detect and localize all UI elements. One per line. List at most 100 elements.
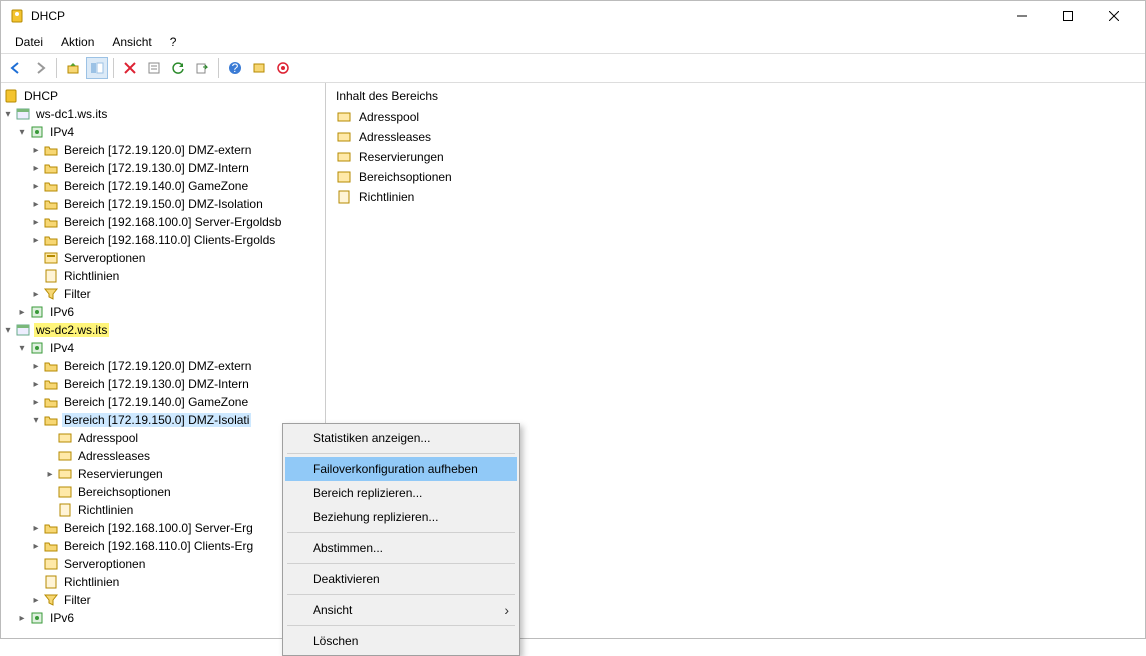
svg-text:?: ?: [232, 61, 239, 75]
chevron-down-icon[interactable]: ▾: [15, 127, 29, 138]
cm-replicate-relationship[interactable]: Beziehung replizieren...: [285, 505, 517, 529]
tree-s2-scope[interactable]: ▸Bereich [192.168.100.0] Server-Erg: [1, 519, 325, 537]
chevron-right-icon[interactable]: ▸: [29, 289, 43, 300]
chevron-right-icon[interactable]: ▸: [29, 541, 43, 552]
tree-s1-scope[interactable]: ▸Bereich [172.19.140.0] GameZone: [1, 177, 325, 195]
tree-s2-reservations[interactable]: ▸Reservierungen: [1, 465, 325, 483]
cm-deactivate[interactable]: Deaktivieren: [285, 567, 517, 591]
folder-icon: [43, 412, 59, 428]
dhcp-icon: [3, 88, 19, 104]
chevron-right-icon[interactable]: ▸: [29, 379, 43, 390]
chevron-right-icon[interactable]: ▸: [29, 361, 43, 372]
folder-icon: [43, 196, 59, 212]
tree-s1-scope[interactable]: ▸Bereich [172.19.150.0] DMZ-Isolation: [1, 195, 325, 213]
policies-icon: [57, 502, 73, 518]
tree-s2-serveroptions[interactable]: Serveroptionen: [1, 555, 325, 573]
tree-root-dhcp[interactable]: DHCP: [1, 87, 325, 105]
tree-s2-scopepolicies[interactable]: Richtlinien: [1, 501, 325, 519]
tree-s2-scope[interactable]: ▸Bereich [172.19.140.0] GameZone: [1, 393, 325, 411]
tree-s1-scope[interactable]: ▸Bereich [172.19.130.0] DMZ-Intern: [1, 159, 325, 177]
chevron-right-icon[interactable]: ▸: [29, 235, 43, 246]
chevron-down-icon[interactable]: ▾: [15, 343, 29, 354]
back-button[interactable]: [5, 57, 27, 79]
chevron-right-icon[interactable]: ▸: [29, 199, 43, 210]
show-hide-tree-button[interactable]: [86, 57, 108, 79]
maximize-button[interactable]: [1045, 1, 1091, 31]
refresh-button[interactable]: [167, 57, 189, 79]
tree-s1-serveroptions[interactable]: Serveroptionen: [1, 249, 325, 267]
menu-ansicht[interactable]: Ansicht: [104, 33, 159, 51]
cm-replicate-scope[interactable]: Bereich replizieren...: [285, 481, 517, 505]
help-button[interactable]: ?: [224, 57, 246, 79]
tree-s1-filter[interactable]: ▸Filter: [1, 285, 325, 303]
tree-s1-scope[interactable]: ▸Bereich [192.168.100.0] Server-Ergoldsb: [1, 213, 325, 231]
menu-aktion[interactable]: Aktion: [53, 33, 102, 51]
close-button[interactable]: [1091, 1, 1137, 31]
tree-s1-ipv6[interactable]: ▸IPv6: [1, 303, 325, 321]
options-icon: [43, 250, 59, 266]
chevron-down-icon[interactable]: ▾: [1, 109, 15, 120]
forward-button[interactable]: [29, 57, 51, 79]
chevron-right-icon[interactable]: ▸: [29, 217, 43, 228]
list-item[interactable]: Adressleases: [336, 127, 1135, 147]
tree-s1-scope[interactable]: ▸Bereich [172.19.120.0] DMZ-extern: [1, 141, 325, 159]
list-item[interactable]: Adresspool: [336, 107, 1135, 127]
tree-pane[interactable]: DHCP ▾ ws-dc1.ws.its ▾ IPv4 ▸Bereich [17…: [1, 83, 326, 638]
list-item[interactable]: Richtlinien: [336, 187, 1135, 207]
context-menu[interactable]: Statistiken anzeigen... Failoverkonfigur…: [282, 423, 520, 656]
up-button[interactable]: [62, 57, 84, 79]
list-item[interactable]: Reservierungen: [336, 147, 1135, 167]
properties-button[interactable]: [143, 57, 165, 79]
tree-s1-ipv4[interactable]: ▾ IPv4: [1, 123, 325, 141]
cm-deconfigure-failover[interactable]: Failoverkonfiguration aufheben: [285, 457, 517, 481]
tree-s2-ipv4[interactable]: ▾IPv4: [1, 339, 325, 357]
tree-s2-leases[interactable]: Adressleases: [1, 447, 325, 465]
policies-icon: [336, 189, 352, 205]
toolbar: ?: [1, 53, 1145, 83]
tree-s2-policies[interactable]: Richtlinien: [1, 573, 325, 591]
chevron-right-icon[interactable]: ▸: [29, 595, 43, 606]
tree-s2-filter[interactable]: ▸Filter: [1, 591, 325, 609]
chevron-right-icon[interactable]: ▸: [29, 163, 43, 174]
tree-s2-scope[interactable]: ▸Bereich [172.19.120.0] DMZ-extern: [1, 357, 325, 375]
tree-s1-scope[interactable]: ▸Bereich [192.168.110.0] Clients-Ergolds: [1, 231, 325, 249]
tree-s2-scope[interactable]: ▸Bereich [172.19.130.0] DMZ-Intern: [1, 375, 325, 393]
chevron-right-icon[interactable]: ▸: [29, 523, 43, 534]
ipv6-icon: [29, 304, 45, 320]
tree-s2-scope-selected[interactable]: ▾Bereich [172.19.150.0] DMZ-Isolati: [1, 411, 325, 429]
cm-delete[interactable]: Löschen: [285, 629, 517, 653]
menu-help[interactable]: ?: [162, 33, 185, 51]
chevron-right-icon[interactable]: ▸: [29, 181, 43, 192]
cm-view[interactable]: Ansicht: [285, 598, 517, 622]
folder-icon: [43, 376, 59, 392]
chevron-down-icon[interactable]: ▾: [29, 415, 43, 426]
chevron-right-icon[interactable]: ▸: [29, 397, 43, 408]
list-item[interactable]: Bereichsoptionen: [336, 167, 1135, 187]
export-button[interactable]: [191, 57, 213, 79]
minimize-button[interactable]: [999, 1, 1045, 31]
chevron-right-icon[interactable]: ▸: [29, 145, 43, 156]
cm-statistics[interactable]: Statistiken anzeigen...: [285, 426, 517, 450]
cm-reconcile[interactable]: Abstimmen...: [285, 536, 517, 560]
tree-s2-ipv6[interactable]: ▸IPv6: [1, 609, 325, 627]
tree-s2-scope[interactable]: ▸Bereich [192.168.110.0] Clients-Erg: [1, 537, 325, 555]
action-icon[interactable]: [248, 57, 270, 79]
folder-icon: [43, 214, 59, 230]
title-bar: DHCP: [1, 1, 1145, 31]
filter-icon: [43, 286, 59, 302]
delete-button[interactable]: [119, 57, 141, 79]
folder-icon: [43, 538, 59, 554]
separator: [287, 453, 515, 454]
tree-server-2[interactable]: ▾ ws-dc2.ws.its: [1, 321, 325, 339]
tree-s1-policies[interactable]: Richtlinien: [1, 267, 325, 285]
tree-s2-pool[interactable]: Adresspool: [1, 429, 325, 447]
options-icon: [43, 556, 59, 572]
menu-datei[interactable]: Datei: [7, 33, 51, 51]
record-icon[interactable]: [272, 57, 294, 79]
chevron-right-icon[interactable]: ▸: [15, 307, 29, 318]
chevron-right-icon[interactable]: ▸: [43, 469, 57, 480]
tree-s2-scopeoptions[interactable]: Bereichsoptionen: [1, 483, 325, 501]
chevron-right-icon[interactable]: ▸: [15, 613, 29, 624]
tree-server-1[interactable]: ▾ ws-dc1.ws.its: [1, 105, 325, 123]
chevron-down-icon[interactable]: ▾: [1, 325, 15, 336]
